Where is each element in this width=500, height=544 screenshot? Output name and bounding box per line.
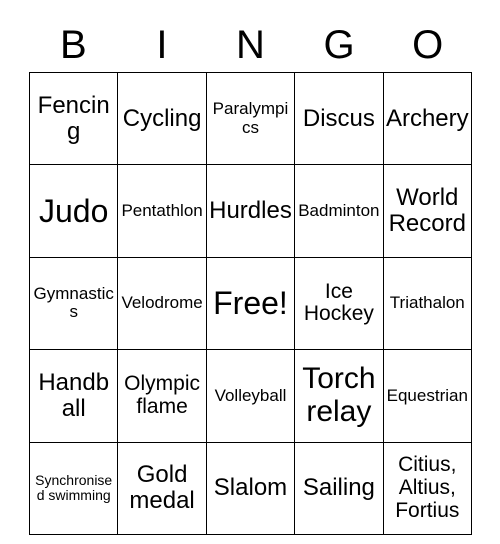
bingo-card: B I N G O Fencing Cycling Paralympics Discu… <box>29 17 473 535</box>
header-letter-i: I <box>156 22 168 67</box>
bingo-cell[interactable]: Discus <box>294 72 384 166</box>
bingo-cell[interactable]: Hurdles <box>206 164 296 258</box>
bingo-cell-label: Torch relay <box>302 362 376 428</box>
bingo-cell-label: Discus <box>302 104 375 132</box>
bingo-cell[interactable]: Cycling <box>117 72 207 166</box>
bingo-cell[interactable]: Synchronised swimming <box>29 442 119 535</box>
bingo-cell[interactable]: Badminton <box>294 164 384 258</box>
bingo-grid: Fencing Cycling Paralympics Discus Archery Ju… <box>29 72 473 535</box>
bingo-cell[interactable]: Paralympics <box>206 72 296 166</box>
header-letter-o: O <box>412 22 444 67</box>
bingo-cell-label: Olympic flame <box>124 372 200 418</box>
bingo-row: Judo Pentathlon Hurdles Badminton World Reco… <box>29 164 473 258</box>
bingo-cell-label: Ice Hockey <box>303 279 374 326</box>
bingo-cell-label: Handball <box>38 368 110 422</box>
bingo-cell[interactable]: Slalom <box>206 442 296 535</box>
bingo-cell-label: Slalom <box>213 474 288 502</box>
bingo-cell[interactable]: Citius, Altius, Fortius <box>383 442 473 535</box>
header-letter-n: N <box>236 22 265 67</box>
bingo-cell-label: Volleyball <box>214 385 287 405</box>
bingo-cell-free[interactable]: Free! <box>206 257 296 351</box>
bingo-header: B I N G O <box>29 17 472 72</box>
bingo-cell-label: Synchronised swimming <box>35 472 113 504</box>
bingo-cell[interactable]: Pentathlon <box>117 164 207 258</box>
bingo-cell-label: Free! <box>213 285 288 322</box>
bingo-cell[interactable]: Olympic flame <box>117 349 207 443</box>
bingo-cell[interactable]: Triathalon <box>383 257 473 351</box>
bingo-cell[interactable]: Ice Hockey <box>294 257 384 351</box>
bingo-cell[interactable]: Gymnastics <box>29 257 119 351</box>
bingo-cell-label: Fencing <box>37 91 110 145</box>
bingo-cell[interactable]: Sailing <box>294 442 384 535</box>
bingo-cell[interactable]: Judo <box>29 164 119 258</box>
bingo-cell-label: Cycling <box>122 104 202 132</box>
bingo-cell[interactable]: Gold medal <box>117 442 207 535</box>
bingo-row: Handball Olympic flame Volleyball Torch rel… <box>29 349 473 443</box>
bingo-row: Synchronised swimming Gold medal Slalom Sai… <box>29 442 473 535</box>
bingo-cell-label: Sailing <box>302 474 375 502</box>
bingo-cell[interactable]: World Record <box>383 164 473 258</box>
bingo-row: Gymnastics Velodrome Free! Ice Hockey Triath… <box>29 257 473 351</box>
bingo-cell-label: Gold medal <box>129 461 195 515</box>
bingo-cell[interactable]: Handball <box>29 349 119 443</box>
bingo-cell-label: World Record <box>388 184 466 238</box>
bingo-cell-label: Paralympics <box>212 99 289 137</box>
bingo-cell-label: Pentathlon <box>121 200 203 220</box>
header-letter-b: B <box>59 22 87 67</box>
bingo-row: Fencing Cycling Paralympics Discus Archery <box>29 72 473 166</box>
bingo-cell-label: Judo <box>39 192 109 229</box>
bingo-cell-label: Equestrian <box>386 385 468 405</box>
bingo-cell[interactable]: Fencing <box>29 72 119 166</box>
bingo-cell[interactable]: Volleyball <box>206 349 296 443</box>
bingo-cell-label: Archery <box>385 104 469 132</box>
bingo-cell[interactable]: Equestrian <box>383 349 473 443</box>
header-letter-g: G <box>323 22 355 67</box>
bingo-cell-label: Triathalon <box>389 293 465 313</box>
bingo-cell[interactable]: Velodrome <box>117 257 207 351</box>
bingo-cell-label: Badminton <box>298 200 380 220</box>
bingo-cell[interactable]: Torch relay <box>294 349 384 443</box>
bingo-cell-label: Hurdles <box>209 197 292 225</box>
bingo-cell-label: Velodrome <box>121 293 203 313</box>
bingo-cell-label: Gymnastics <box>33 284 114 322</box>
bingo-cell-label: Citius, Altius, Fortius <box>395 453 460 522</box>
bingo-cell[interactable]: Archery <box>383 72 473 166</box>
